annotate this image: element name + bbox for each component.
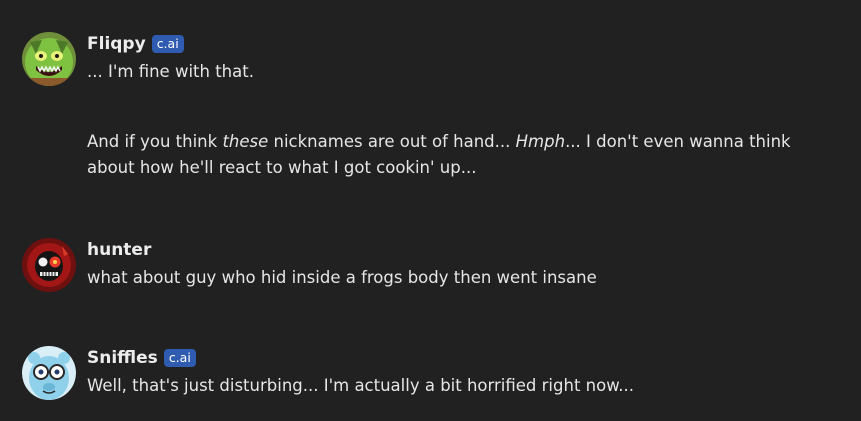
avatar[interactable] <box>22 346 76 400</box>
message-content: hunter what about guy who hid inside a f… <box>87 238 841 291</box>
text-run: nicknames are out of hand... <box>268 132 516 151</box>
message-content: Sniffles c.ai Well, that's just disturbi… <box>87 346 841 399</box>
message-text: what about guy who hid inside a frogs bo… <box>87 268 597 287</box>
blue-anteater-avatar-icon <box>22 346 76 400</box>
message-text: Well, that's just disturbing... I'm actu… <box>87 376 634 395</box>
ai-badge: c.ai <box>151 35 184 53</box>
emphasized-text: these <box>222 132 269 151</box>
message-content: Fliqpy c.ai ... I'm fine with that. And … <box>87 32 841 181</box>
emphasized-text: Hmph <box>515 132 566 151</box>
message-paragraph: ... I'm fine with that. <box>87 62 254 81</box>
green-bear-avatar-icon <box>22 32 76 86</box>
author-row: Fliqpy c.ai <box>87 32 841 56</box>
chat-transcript: Fliqpy c.ai ... I'm fine with that. And … <box>0 0 861 421</box>
author-name[interactable]: Fliqpy <box>87 34 146 54</box>
red-skull-avatar-icon <box>22 238 76 292</box>
text-run: And if you think <box>87 132 223 151</box>
author-row: hunter <box>87 238 841 262</box>
author-name[interactable]: hunter <box>87 240 151 260</box>
message-paragraph: And if you think these nicknames are out… <box>87 129 841 181</box>
avatar[interactable] <box>22 238 76 292</box>
message-text: ... I'm fine with that. And if you think… <box>87 59 841 181</box>
author-name[interactable]: Sniffles <box>87 348 158 368</box>
ai-badge: c.ai <box>163 349 196 367</box>
author-row: Sniffles c.ai <box>87 346 841 370</box>
avatar[interactable] <box>22 32 76 86</box>
